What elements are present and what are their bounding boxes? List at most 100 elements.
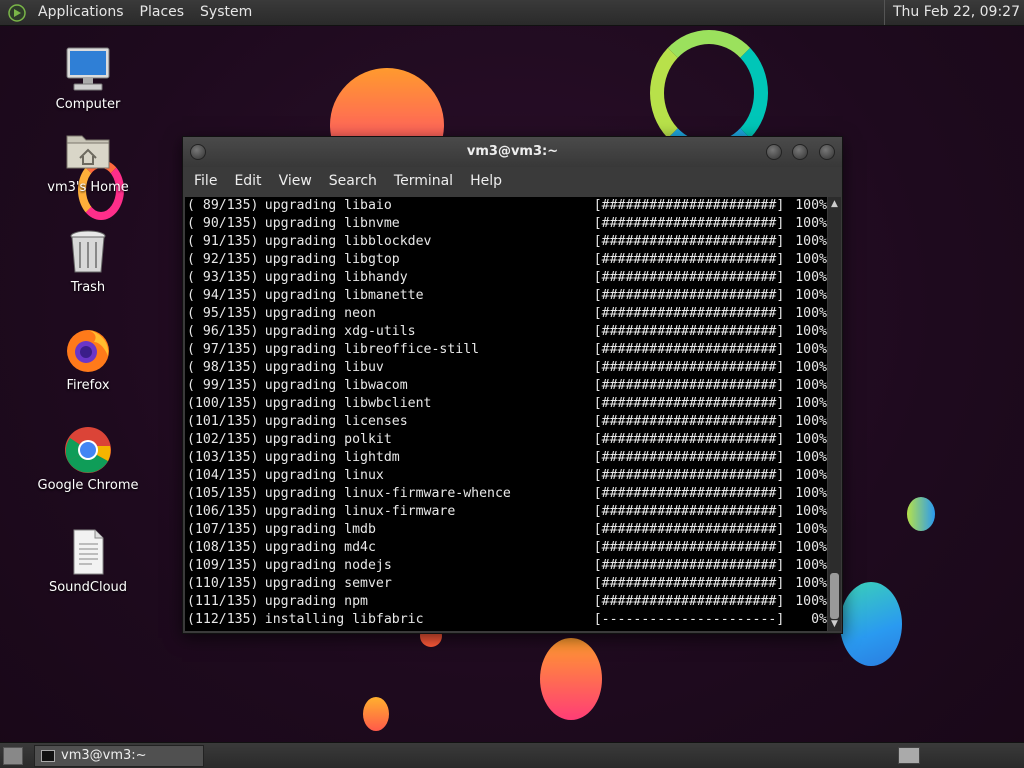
terminal-icon	[41, 749, 55, 762]
line-percent: 100%	[795, 216, 827, 231]
line-counter: (107/135)	[187, 522, 259, 537]
line-action: upgrading libaio	[264, 198, 392, 213]
home-folder-icon	[64, 128, 112, 176]
line-progress-bar: [######################]	[593, 450, 785, 465]
line-progress-bar: [######################]	[593, 594, 785, 609]
desktop-icon-computer[interactable]: Computer	[33, 45, 143, 112]
show-desktop-icon[interactable]	[3, 747, 23, 765]
desktop-icon-home[interactable]: vm3's Home	[33, 128, 143, 195]
line-action: upgrading libhandy	[264, 270, 408, 285]
minimize-button[interactable]	[766, 144, 782, 160]
desktop-icon-label: vm3's Home	[47, 180, 129, 195]
line-action: upgrading libnvme	[264, 216, 400, 231]
menu-logo-icon[interactable]	[8, 3, 26, 22]
terminal-line: (106/135) upgrading linux-firmware [######…	[185, 503, 827, 521]
line-action: upgrading libmanette	[264, 288, 424, 303]
terminal-line: ( 96/135) upgrading xdg-utils [###########…	[185, 323, 827, 341]
line-action: upgrading md4c	[264, 540, 376, 555]
line-percent: 100%	[795, 252, 827, 267]
menu-edit[interactable]: Edit	[225, 167, 269, 195]
terminal-menubar: File Edit View Search Terminal Help	[183, 167, 842, 195]
terminal-line: (102/135) upgrading polkit [##############…	[185, 431, 827, 449]
line-progress-bar: [######################]	[593, 270, 785, 285]
menu-view[interactable]: View	[270, 167, 320, 195]
line-action: upgrading linux	[264, 468, 384, 483]
terminal-output[interactable]: ( 89/135) upgrading libaio [##############…	[185, 197, 827, 631]
wallpaper-small-blue-oval	[907, 497, 935, 531]
terminal-scrollbar[interactable]: ▲ ▼	[828, 197, 841, 631]
workspace-switcher[interactable]	[898, 747, 920, 764]
desktop-icon-trash[interactable]: Trash	[33, 228, 143, 295]
line-action: upgrading licenses	[264, 414, 408, 429]
line-percent: 100%	[795, 378, 827, 393]
line-progress-bar: [######################]	[593, 468, 785, 483]
system-menu[interactable]: System	[192, 0, 260, 25]
terminal-line: ( 93/135) upgrading libhandy [############…	[185, 269, 827, 287]
terminal-window[interactable]: vm3@vm3:~ File Edit View Search Terminal…	[182, 136, 843, 634]
terminal-line: (100/135) upgrading libwbclient [#########…	[185, 395, 827, 413]
terminal-line: (109/135) upgrading nodejs [##############…	[185, 557, 827, 575]
places-menu[interactable]: Places	[132, 0, 193, 25]
window-menu-button[interactable]	[190, 144, 206, 160]
line-action: upgrading linux-firmware	[264, 504, 456, 519]
desktop-icon-soundcloud[interactable]: SoundCloud	[33, 528, 143, 595]
desktop-icon-label: Trash	[70, 280, 106, 295]
wallpaper-blue-oval	[840, 582, 902, 666]
menu-terminal[interactable]: Terminal	[385, 167, 461, 195]
terminal-line: (105/135) upgrading linux-firmware-whence…	[185, 485, 827, 503]
line-progress-bar: [######################]	[593, 216, 785, 231]
applications-menu[interactable]: Applications	[30, 0, 132, 25]
desktop-icon-chrome[interactable]: Google Chrome	[33, 426, 143, 493]
line-progress-bar: [######################]	[593, 324, 785, 339]
scroll-up-arrow-icon[interactable]: ▲	[830, 199, 839, 209]
desktop-icon-firefox[interactable]: Firefox	[33, 326, 143, 393]
line-progress-bar: [######################]	[593, 414, 785, 429]
line-counter: ( 92/135)	[187, 252, 259, 267]
terminal-line: ( 91/135) upgrading libblockdev [#########…	[185, 233, 827, 251]
window-title: vm3@vm3:~	[466, 144, 559, 159]
line-percent: 100%	[795, 396, 827, 411]
scroll-down-arrow-icon[interactable]: ▼	[830, 619, 839, 629]
line-progress-bar: [######################]	[593, 342, 785, 357]
line-counter: ( 89/135)	[187, 198, 259, 213]
line-percent: 100%	[795, 594, 827, 609]
line-percent: 100%	[795, 324, 827, 339]
clock[interactable]: Thu Feb 22, 09:27	[883, 0, 1020, 25]
line-progress-bar: [######################]	[593, 234, 785, 249]
line-percent: 100%	[795, 234, 827, 249]
line-percent: 100%	[795, 432, 827, 447]
line-counter: (108/135)	[187, 540, 259, 555]
menu-file[interactable]: File	[185, 167, 225, 195]
line-counter: (102/135)	[187, 432, 259, 447]
line-action: upgrading nodejs	[264, 558, 392, 573]
line-percent: 0%	[811, 612, 827, 627]
line-counter: ( 97/135)	[187, 342, 259, 357]
line-action: upgrading libgtop	[264, 252, 400, 267]
line-action: upgrading libuv	[264, 360, 384, 375]
document-icon	[64, 528, 112, 576]
scrollbar-thumb[interactable]	[830, 573, 839, 619]
line-counter: (112/135)	[187, 612, 259, 627]
line-counter: ( 94/135)	[187, 288, 259, 303]
line-action: installing libfabric	[264, 612, 424, 627]
terminal-titlebar[interactable]: vm3@vm3:~	[183, 137, 842, 167]
terminal-line: ( 90/135) upgrading libnvme [#############…	[185, 215, 827, 233]
terminal-line: (103/135) upgrading lightdm [#############…	[185, 449, 827, 467]
menu-search[interactable]: Search	[320, 167, 385, 195]
top-panel: Applications Places System Thu Feb 22, 0…	[0, 0, 1024, 26]
terminal-line: (107/135) upgrading lmdb [################…	[185, 521, 827, 539]
desktop-icon-label: Computer	[55, 97, 121, 112]
maximize-button[interactable]	[792, 144, 808, 160]
terminal-line: ( 94/135) upgrading libmanette [##########…	[185, 287, 827, 305]
close-button[interactable]	[819, 144, 835, 160]
taskbar-terminal-button[interactable]: vm3@vm3:~	[34, 745, 204, 767]
terminal-line: (112/135) installing libfabric [----------…	[185, 611, 827, 629]
computer-icon	[64, 45, 112, 93]
line-counter: (105/135)	[187, 486, 259, 501]
line-action: upgrading polkit	[264, 432, 392, 447]
line-counter: ( 91/135)	[187, 234, 259, 249]
menu-help[interactable]: Help	[461, 167, 510, 195]
trash-icon	[64, 228, 112, 276]
line-counter: (109/135)	[187, 558, 259, 573]
line-percent: 100%	[795, 450, 827, 465]
